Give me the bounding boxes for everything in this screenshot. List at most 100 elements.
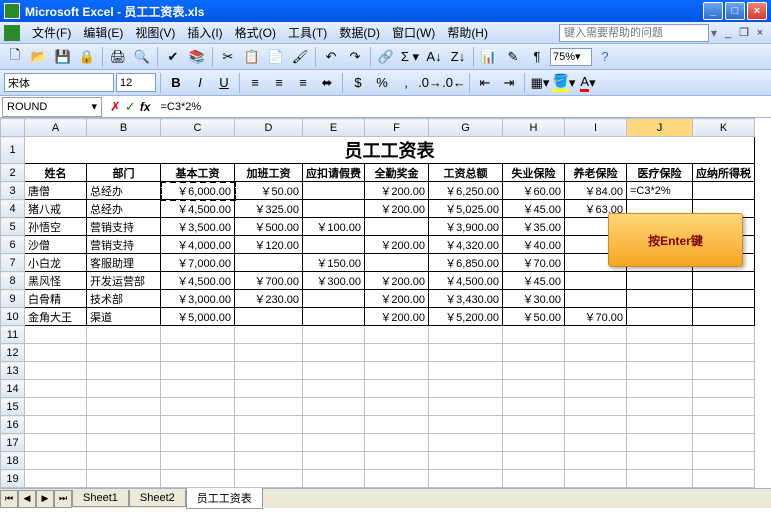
cell[interactable] [303,236,365,254]
menu-insert[interactable]: 插入(I) [181,22,228,43]
cell[interactable]: ￥4,500.00 [429,272,503,290]
cell[interactable] [627,290,693,308]
row-header-16[interactable]: 16 [1,416,25,434]
decrease-decimal-button[interactable]: .0← [443,72,465,94]
cell[interactable] [627,380,693,398]
cell[interactable]: ￥50.00 [235,182,303,200]
cell[interactable] [627,308,693,326]
paste-button[interactable]: 📄 [265,46,287,68]
format-painter-button[interactable]: 🖌 [289,46,311,68]
cell[interactable] [503,434,565,452]
help-button[interactable]: ? [594,46,616,68]
cell[interactable]: ￥325.00 [235,200,303,218]
italic-button[interactable]: I [189,72,211,94]
cell[interactable]: ￥120.00 [235,236,303,254]
cell[interactable] [235,254,303,272]
cell[interactable] [235,398,303,416]
percent-button[interactable]: % [371,72,393,94]
cell[interactable]: ￥70.00 [565,308,627,326]
cell[interactable]: 黑风怪 [25,272,87,290]
col-header-G[interactable]: G [429,119,503,137]
cell[interactable]: ￥4,500.00 [161,200,235,218]
cell[interactable] [25,380,87,398]
cell[interactable] [693,362,755,380]
cell[interactable] [25,416,87,434]
cell[interactable]: ￥4,320.00 [429,236,503,254]
cell[interactable] [429,434,503,452]
spreadsheet-grid[interactable]: A B C D E F G H I J K 1员工工资表 2 姓名部门基本工资加… [0,118,771,488]
cell[interactable]: 客服助理 [87,254,161,272]
cell[interactable]: ￥3,900.00 [429,218,503,236]
cell[interactable] [429,380,503,398]
cell[interactable] [693,452,755,470]
cell[interactable] [565,434,627,452]
cell[interactable] [429,326,503,344]
menu-file[interactable]: 文件(F) [26,22,77,43]
cell[interactable] [365,362,429,380]
cell[interactable]: 技术部 [87,290,161,308]
doc-restore-button[interactable]: ❐ [737,26,751,40]
cell[interactable] [565,362,627,380]
sheet-nav-first[interactable]: ⏮ [0,490,18,508]
col-header-C[interactable]: C [161,119,235,137]
cell[interactable]: ￥5,000.00 [161,308,235,326]
cell[interactable] [693,398,755,416]
cell[interactable] [235,452,303,470]
doc-minimize-button[interactable]: _ [721,26,735,40]
cell[interactable]: 营销支持 [87,236,161,254]
cancel-formula-button[interactable]: ✗ [110,99,121,115]
minimize-button[interactable]: _ [703,2,723,20]
cell[interactable] [25,362,87,380]
cell[interactable]: ￥6,000.00 [161,182,235,200]
increase-indent-button[interactable]: ⇥ [498,72,520,94]
cell[interactable] [303,434,365,452]
cell[interactable]: ￥150.00 [303,254,365,272]
row-header-2[interactable]: 2 [1,164,25,182]
cell[interactable] [429,344,503,362]
zoom-selector[interactable]: 75% ▾ [550,48,592,66]
cell[interactable] [565,344,627,362]
editing-cell[interactable]: =C3*2% [627,182,693,200]
spelling-button[interactable]: ✔ [162,46,184,68]
cell[interactable]: ￥45.00 [503,272,565,290]
help-dropdown-icon[interactable]: ▾ [711,26,717,40]
cell[interactable] [693,290,755,308]
cell[interactable] [503,380,565,398]
cell[interactable]: 应扣请假费 [303,164,365,182]
fx-button[interactable]: fx [140,100,151,114]
cell[interactable] [627,434,693,452]
cell[interactable] [429,362,503,380]
cell[interactable]: ￥500.00 [235,218,303,236]
cut-button[interactable]: ✂ [217,46,239,68]
menu-edit[interactable]: 编辑(E) [77,22,129,43]
cell[interactable]: ￥200.00 [365,200,429,218]
sort-asc-button[interactable]: A↓ [423,46,445,68]
cell[interactable] [161,488,235,489]
hyperlink-button[interactable]: 🔗 [375,46,397,68]
cell[interactable]: ￥200.00 [365,290,429,308]
sheet-nav-last[interactable]: ⏭ [54,490,72,508]
cell[interactable] [235,470,303,488]
cell[interactable] [365,452,429,470]
help-search-input[interactable] [559,24,709,42]
cell[interactable] [565,326,627,344]
col-header-E[interactable]: E [303,119,365,137]
cell[interactable] [693,326,755,344]
decrease-indent-button[interactable]: ⇤ [474,72,496,94]
row-header-8[interactable]: 8 [1,272,25,290]
cell[interactable] [161,380,235,398]
menu-data[interactable]: 数据(D) [333,22,386,43]
cell[interactable] [87,434,161,452]
cell[interactable] [87,470,161,488]
cell[interactable] [565,398,627,416]
cell[interactable]: 医疗保险 [627,164,693,182]
cell[interactable] [693,182,755,200]
menu-view[interactable]: 视图(V) [129,22,181,43]
cell[interactable] [503,470,565,488]
cell[interactable] [303,362,365,380]
cell[interactable]: ￥4,000.00 [161,236,235,254]
formula-input[interactable]: =C3*2% [156,97,771,117]
row-header-13[interactable]: 13 [1,362,25,380]
cell[interactable] [693,380,755,398]
cell[interactable] [565,488,627,489]
